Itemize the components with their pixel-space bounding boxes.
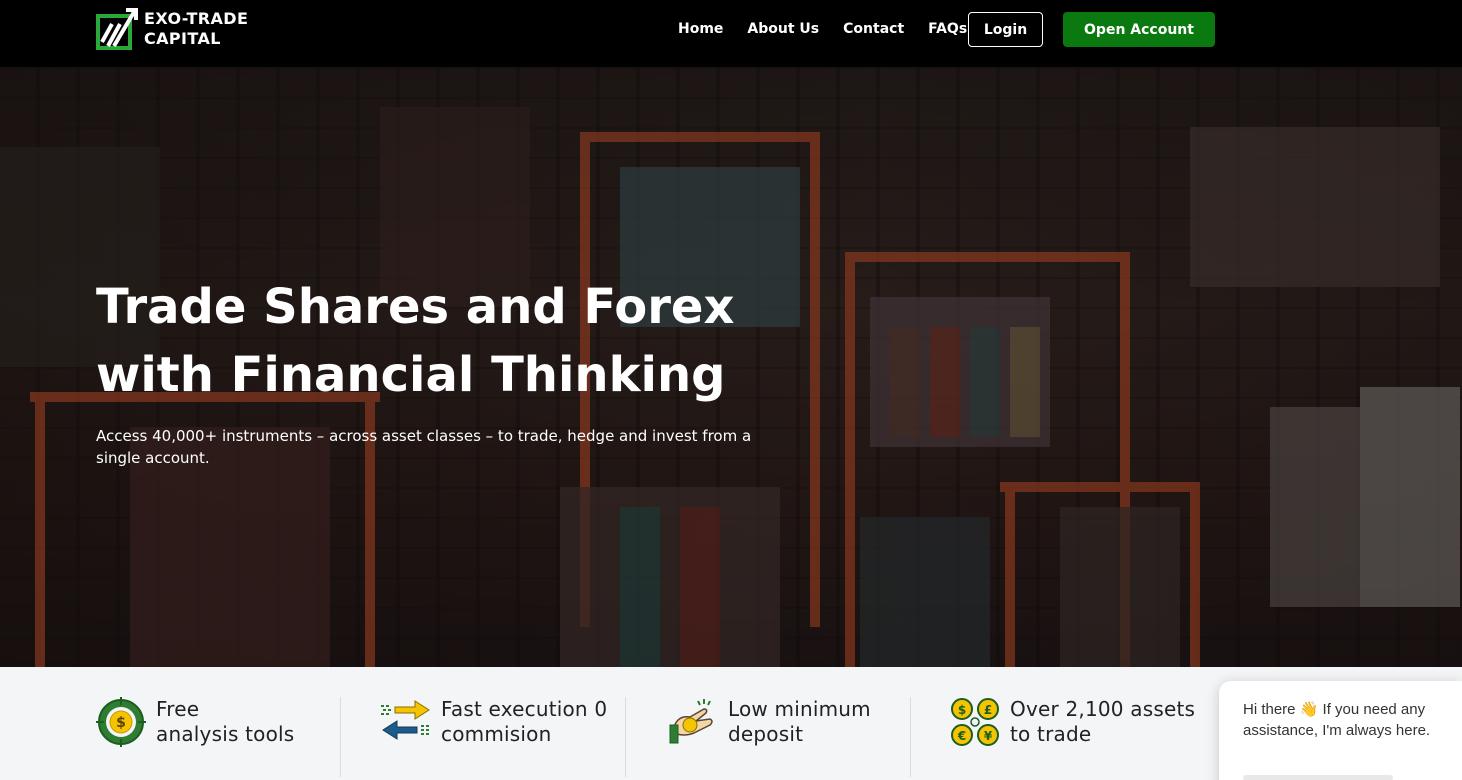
- open-account-button[interactable]: Open Account: [1063, 12, 1215, 47]
- login-button[interactable]: Login: [968, 12, 1043, 47]
- feature-divider: [625, 697, 626, 777]
- hero-section: Trade Shares and Forex with Financial Th…: [0, 67, 1462, 667]
- nav-contact[interactable]: Contact: [843, 21, 904, 37]
- feature-1-line2: analysis tools: [156, 722, 295, 746]
- feature-assets: $ £ € ¥ Over 2,100 assets to trade: [950, 697, 1195, 777]
- brand-name-line2: CAPITAL: [144, 29, 221, 48]
- feature-3-line1: Low minimum: [728, 697, 871, 721]
- target-dollar-icon: $: [96, 697, 146, 747]
- feature-4-line1: Over 2,100 assets: [1010, 697, 1196, 721]
- hero-title-line2: with Financial Thinking: [96, 347, 726, 403]
- feature-3-line2: deposit: [728, 722, 804, 746]
- nav-links: Home About Us Contact FAQs: [678, 21, 991, 37]
- hero-title: Trade Shares and Forex with Financial Th…: [96, 273, 796, 409]
- feature-divider: [340, 697, 341, 777]
- brand-logo[interactable]: EXO-TRADE CAPITAL: [96, 8, 248, 50]
- trend-arrow-logo-icon: [96, 8, 138, 50]
- feature-low-deposit: Low minimum deposit: [668, 697, 871, 777]
- feature-2-line1: Fast execution 0: [441, 697, 608, 721]
- feature-4-line2: to trade: [1010, 722, 1092, 746]
- svg-text:$: $: [958, 703, 966, 717]
- chat-message: Hi there 👋 If you need any assistance, I…: [1243, 701, 1431, 739]
- feature-fast-execution: Fast execution 0 commision: [381, 697, 607, 777]
- navbar: EXO-TRADE CAPITAL Home About Us Contact …: [0, 0, 1462, 67]
- brand-name-line1: EXO-TRADE: [144, 9, 249, 28]
- svg-text:€: €: [957, 729, 966, 743]
- hero-subtitle: Access 40,000+ instruments – across asse…: [96, 427, 752, 467]
- nav-faqs[interactable]: FAQs: [928, 21, 967, 37]
- hand-coin-icon: [668, 697, 718, 747]
- currency-coins-icon: $ £ € ¥: [950, 697, 1000, 747]
- svg-text:£: £: [984, 703, 992, 717]
- svg-text:$: $: [116, 715, 126, 731]
- feature-analysis-tools: $ Free analysis tools: [96, 697, 294, 777]
- feature-2-line2: commision: [441, 722, 552, 746]
- nav-home[interactable]: Home: [678, 21, 723, 37]
- feature-divider: [910, 697, 911, 777]
- nav-about-us[interactable]: About Us: [747, 21, 819, 37]
- arrows-exchange-icon: [381, 697, 431, 747]
- svg-text:¥: ¥: [984, 729, 993, 743]
- chat-popup[interactable]: Hi there 👋 If you need any assistance, I…: [1219, 681, 1462, 780]
- hero-title-line1: Trade Shares and Forex: [96, 279, 735, 335]
- chat-next-message-placeholder: [1243, 775, 1393, 780]
- feature-1-line1: Free: [156, 697, 200, 721]
